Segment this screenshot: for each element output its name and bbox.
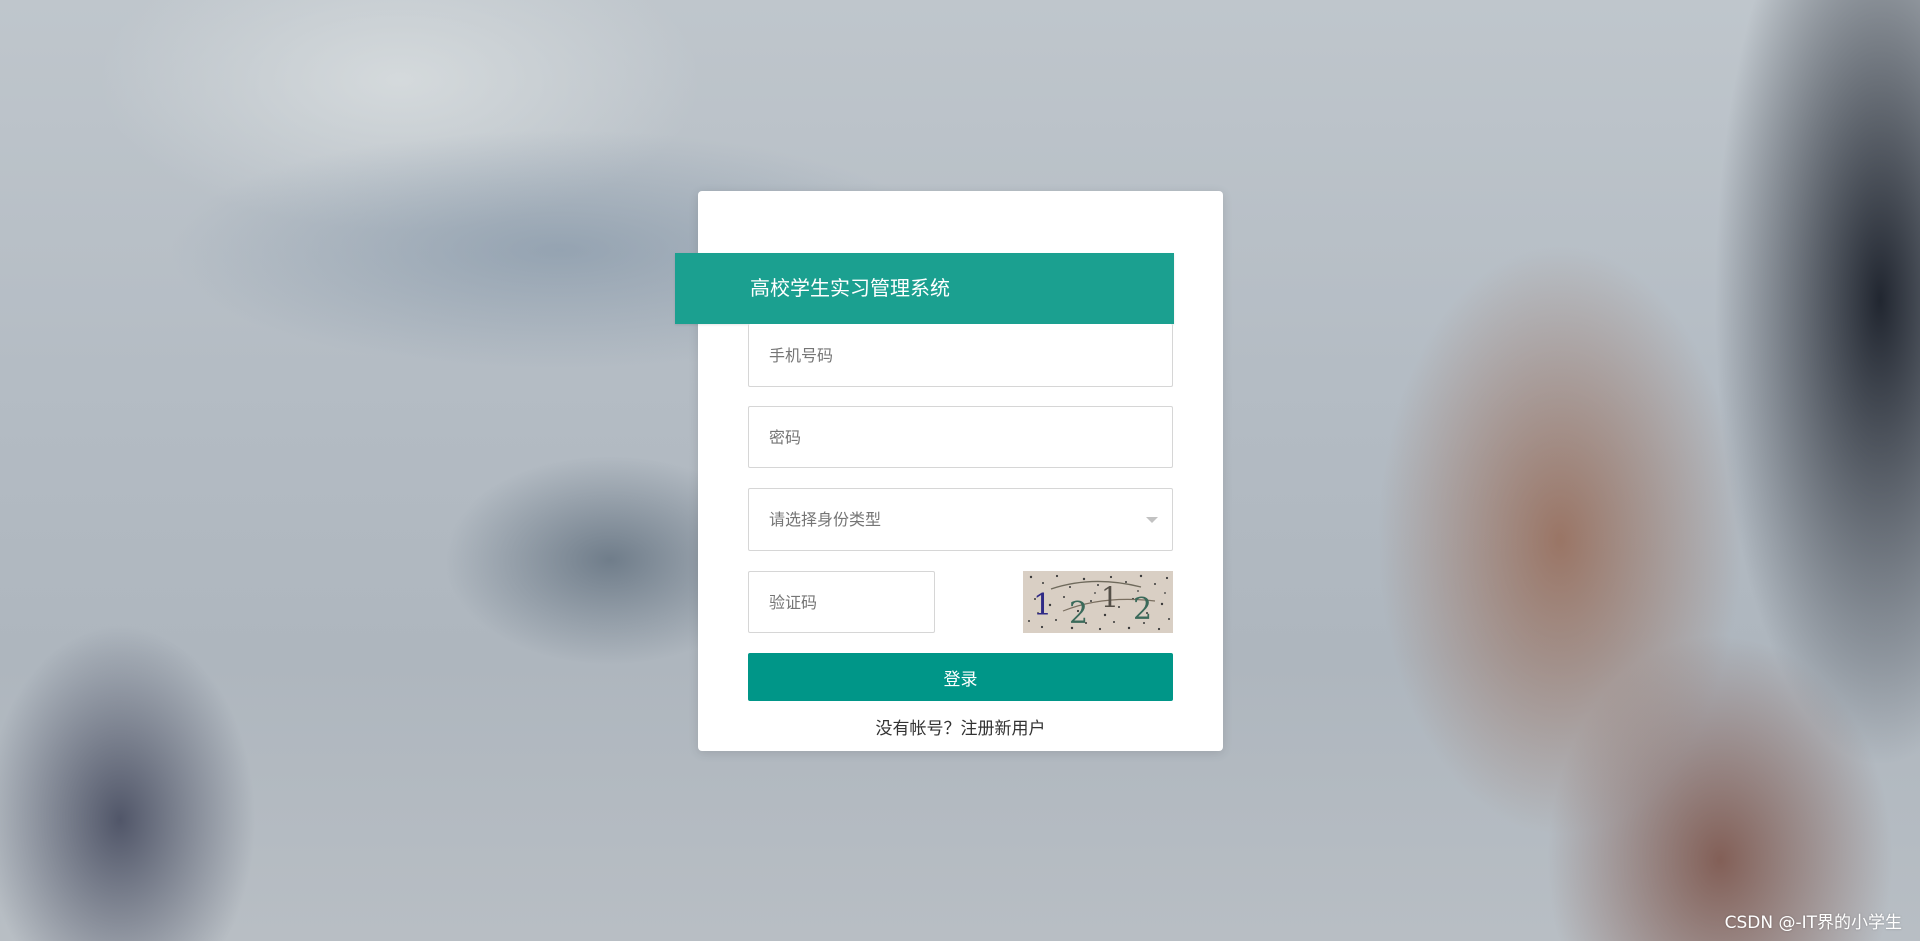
captcha-field[interactable]	[748, 571, 935, 633]
phone-input[interactable]	[749, 324, 1172, 386]
system-title: 高校学生实习管理系统	[675, 253, 1174, 324]
password-input[interactable]	[749, 407, 1172, 467]
chevron-down-icon	[1146, 517, 1158, 523]
register-link[interactable]: 没有帐号？注册新用户	[698, 714, 1223, 739]
phone-field[interactable]	[748, 324, 1173, 387]
captcha-char: 2	[1069, 596, 1088, 631]
captcha-input[interactable]	[749, 572, 934, 632]
watermark: CSDN @-IT界的小学生	[1724, 913, 1902, 933]
captcha-char: 2	[1133, 592, 1152, 627]
captcha-char: 1	[1101, 581, 1119, 614]
password-field[interactable]	[748, 406, 1173, 468]
role-select[interactable]: 请选择身份类型	[748, 488, 1173, 551]
login-button[interactable]: 登录	[748, 653, 1173, 701]
role-select-placeholder: 请选择身份类型	[769, 510, 882, 529]
captcha-image[interactable]: 1 2 1 2	[1023, 571, 1173, 633]
captcha-char: 1	[1033, 588, 1052, 623]
